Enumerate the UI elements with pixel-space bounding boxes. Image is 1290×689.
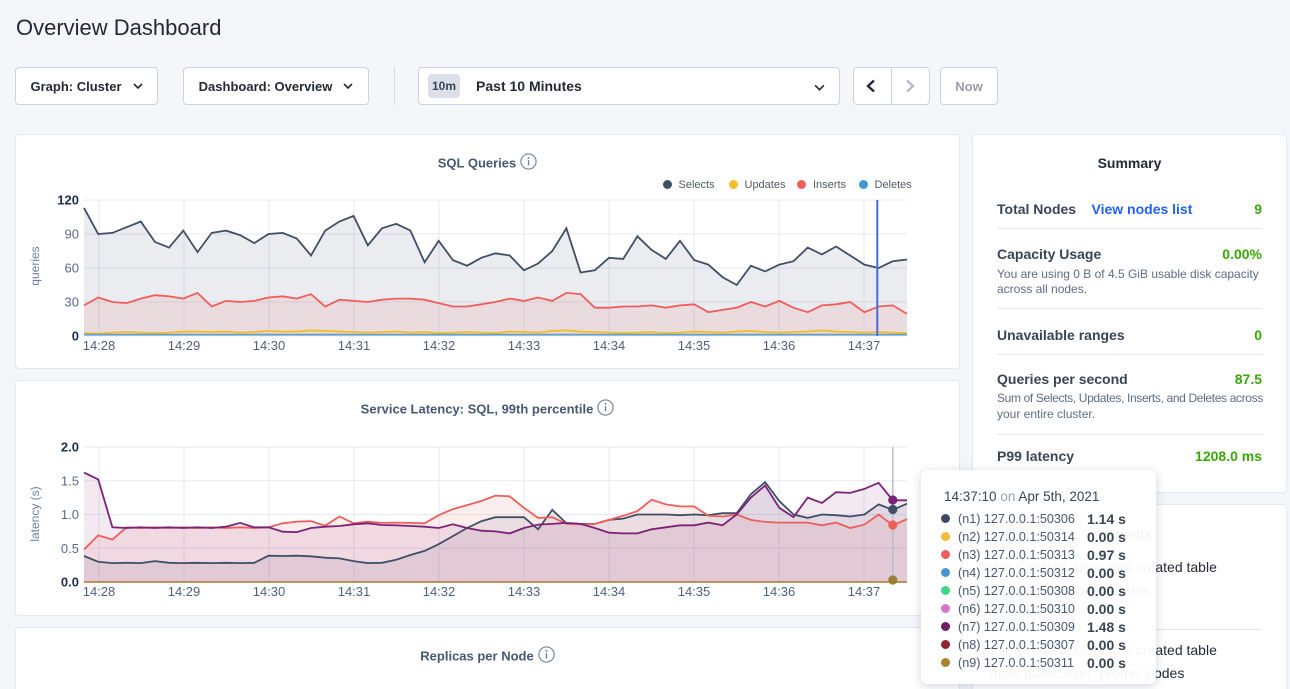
svg-text:0.5: 0.5	[61, 541, 79, 556]
svg-text:14:28: 14:28	[83, 584, 116, 599]
svg-text:60: 60	[65, 261, 79, 276]
svg-text:14:29: 14:29	[168, 338, 201, 353]
svg-text:14:29: 14:29	[168, 584, 201, 599]
svg-text:14:28: 14:28	[83, 338, 116, 353]
svg-text:latency (s): latency (s)	[28, 486, 42, 541]
svg-text:14:30: 14:30	[253, 584, 286, 599]
svg-text:1.5: 1.5	[61, 473, 79, 488]
svg-text:14:36: 14:36	[763, 338, 796, 353]
svg-text:1.0: 1.0	[61, 507, 79, 522]
svg-text:14:37: 14:37	[848, 338, 881, 353]
svg-text:14:34: 14:34	[593, 584, 626, 599]
svg-text:14:34: 14:34	[593, 338, 626, 353]
svg-text:14:32: 14:32	[423, 584, 456, 599]
svg-text:14:33: 14:33	[508, 338, 541, 353]
svg-text:0: 0	[72, 329, 79, 344]
svg-text:14:36: 14:36	[763, 584, 796, 599]
svg-text:14:30: 14:30	[253, 338, 286, 353]
svg-text:0.0: 0.0	[61, 575, 79, 590]
svg-text:14:31: 14:31	[338, 338, 371, 353]
svg-text:14:32: 14:32	[423, 338, 456, 353]
svg-text:14:35: 14:35	[678, 338, 711, 353]
svg-text:14:33: 14:33	[508, 584, 541, 599]
svg-text:120: 120	[57, 193, 79, 208]
svg-text:14:37: 14:37	[848, 584, 881, 599]
svg-text:queries: queries	[28, 246, 42, 285]
svg-text:30: 30	[65, 295, 79, 310]
svg-text:14:31: 14:31	[338, 584, 371, 599]
svg-text:14:35: 14:35	[678, 584, 711, 599]
svg-text:90: 90	[65, 227, 79, 242]
svg-text:2.0: 2.0	[61, 440, 79, 455]
